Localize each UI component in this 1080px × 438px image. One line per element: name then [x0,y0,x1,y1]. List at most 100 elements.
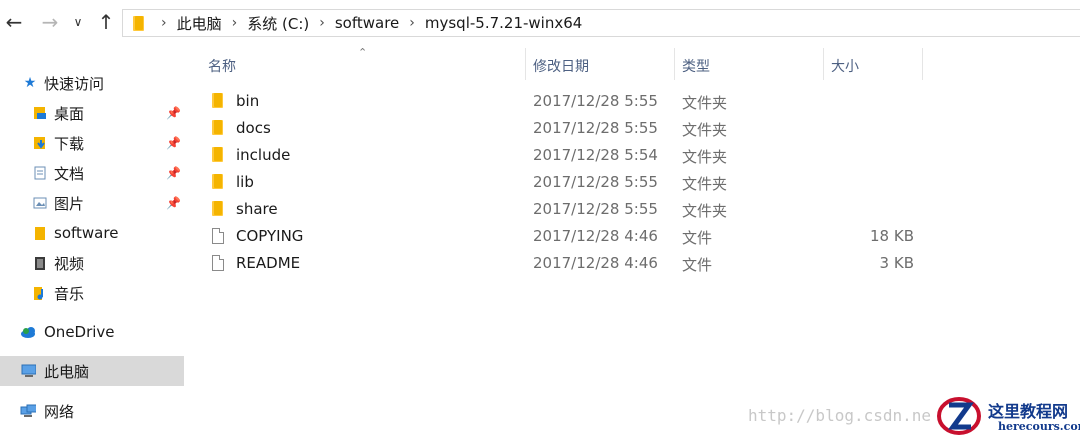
file-name: bin [236,92,260,110]
sort-ascending-icon: ⌃ [358,46,368,59]
file-icon [212,228,226,244]
address-bar[interactable]: › 此电脑 › 系统 (C:) › software › mysql-5.7.2… [122,9,1080,37]
column-header-type[interactable]: 类型 [682,56,710,76]
column-divider[interactable] [823,48,824,80]
computer-icon [20,363,36,379]
file-type: 文件 [682,256,713,274]
watermark-text: http://blog.csdn.ne [748,406,932,425]
sidebar-item-label: 此电脑 [44,362,90,381]
cloud-icon [20,324,36,340]
navigation-pane: ★ 快速访问 桌面 📌 下载 📌 文档 📌 图片 📌 software 视频 音… [0,50,184,438]
sidebar-item-onedrive[interactable]: OneDrive [0,317,184,347]
breadcrumb-item[interactable]: 此电脑 [177,13,222,34]
file-modified-date: 2017/12/28 5:55 [533,200,658,218]
column-divider[interactable] [674,48,675,80]
pin-icon[interactable]: 📌 [166,106,181,120]
desktop-icon [32,105,48,121]
sidebar-item-label: 文档 [54,164,85,183]
sidebar-item-pictures[interactable]: 图片 📌 [0,188,184,218]
file-type: 文件夹 [682,148,728,166]
file-icon [212,255,226,271]
sidebar-item-label: 下载 [54,134,85,153]
file-row[interactable]: share 2017/12/28 5:55 文件夹 [186,196,926,223]
star-icon: ★ [23,75,37,91]
document-icon [32,165,48,181]
arrow-right-icon: → [41,10,59,34]
folder-icon [212,147,226,163]
file-size: 18 KB [870,227,914,245]
column-divider[interactable] [525,48,526,80]
sidebar-item-quick-access[interactable]: ★ 快速访问 [0,68,184,98]
sidebar-item-label: 快速访问 [44,74,105,93]
file-row[interactable]: include 2017/12/28 5:54 文件夹 [186,142,926,169]
network-icon [20,403,36,419]
arrow-up-icon: ↑ [97,10,115,34]
file-name: share [236,200,278,218]
file-row[interactable]: lib 2017/12/28 5:55 文件夹 [186,169,926,196]
sidebar-item-desktop[interactable]: 桌面 📌 [0,98,184,128]
pin-icon[interactable]: 📌 [166,196,181,210]
file-type: 文件夹 [682,94,728,112]
breadcrumb-item[interactable]: software [335,14,399,32]
file-name: COPYING [236,227,304,245]
sidebar-item-label: 图片 [54,194,85,213]
file-name: include [236,146,291,164]
file-modified-date: 2017/12/28 5:55 [533,173,658,191]
sidebar-item-documents[interactable]: 文档 📌 [0,158,184,188]
sidebar-item-label: software [54,224,119,242]
column-header-name[interactable]: 名称 [208,56,236,76]
up-button[interactable]: ↑ [94,10,118,34]
folder-icon [212,201,226,217]
sidebar-item-label: OneDrive [44,323,115,341]
file-type: 文件 [682,229,713,247]
download-icon [32,135,48,151]
chevron-right-icon[interactable]: › [409,15,415,31]
chevron-right-icon[interactable]: › [161,15,167,31]
file-name: docs [236,119,271,137]
logo-title: 这里教程网 [988,402,1069,421]
sidebar-item-videos[interactable]: 视频 [0,248,184,278]
sidebar-item-network[interactable]: 网络 [0,396,184,426]
sidebar-item-label: 视频 [54,254,85,273]
logo-emblem-icon [937,397,981,435]
music-icon [32,285,48,301]
column-divider[interactable] [922,48,923,80]
column-header-row: ⌃ 名称 修改日期 类型 大小 [186,46,1080,80]
file-modified-date: 2017/12/28 5:55 [533,119,658,137]
recent-locations-button[interactable]: ∨ [66,10,90,34]
pin-icon[interactable]: 📌 [166,136,181,150]
breadcrumb-item[interactable]: 系统 (C:) [247,13,309,34]
folder-icon [212,174,226,190]
file-type: 文件夹 [682,121,728,139]
file-row[interactable]: COPYING 2017/12/28 4:46 文件 18 KB [186,223,926,250]
column-header-modified[interactable]: 修改日期 [533,56,589,76]
breadcrumb-item[interactable]: mysql-5.7.21-winx64 [425,14,582,32]
file-row[interactable]: docs 2017/12/28 5:55 文件夹 [186,115,926,142]
file-modified-date: 2017/12/28 4:46 [533,254,658,272]
pin-icon[interactable]: 📌 [166,166,181,180]
file-modified-date: 2017/12/28 4:46 [533,227,658,245]
chevron-down-icon: ∨ [73,15,83,29]
folder-icon [131,16,145,31]
video-icon [32,255,48,271]
file-modified-date: 2017/12/28 5:54 [533,146,658,164]
file-type: 文件夹 [682,202,728,220]
chevron-right-icon[interactable]: › [319,15,325,31]
column-header-size[interactable]: 大小 [831,56,859,76]
chevron-right-icon[interactable]: › [232,15,238,31]
forward-button[interactable]: → [38,10,62,34]
sidebar-item-software[interactable]: software [0,218,184,248]
sidebar-item-label: 网络 [44,402,75,421]
file-row[interactable]: bin 2017/12/28 5:55 文件夹 [186,88,926,115]
sidebar-item-this-pc[interactable]: 此电脑 [0,356,184,386]
arrow-left-icon: ← [5,10,23,34]
file-modified-date: 2017/12/28 5:55 [533,92,658,110]
file-row[interactable]: README 2017/12/28 4:46 文件 3 KB [186,250,926,277]
file-size: 3 KB [879,254,914,272]
file-type: 文件夹 [682,175,728,193]
sidebar-item-downloads[interactable]: 下载 📌 [0,128,184,158]
back-button[interactable]: ← [2,10,26,34]
logo-subtitle: herecours.com [998,420,1080,433]
sidebar-item-music[interactable]: 音乐 [0,278,184,308]
folder-icon [212,120,226,136]
